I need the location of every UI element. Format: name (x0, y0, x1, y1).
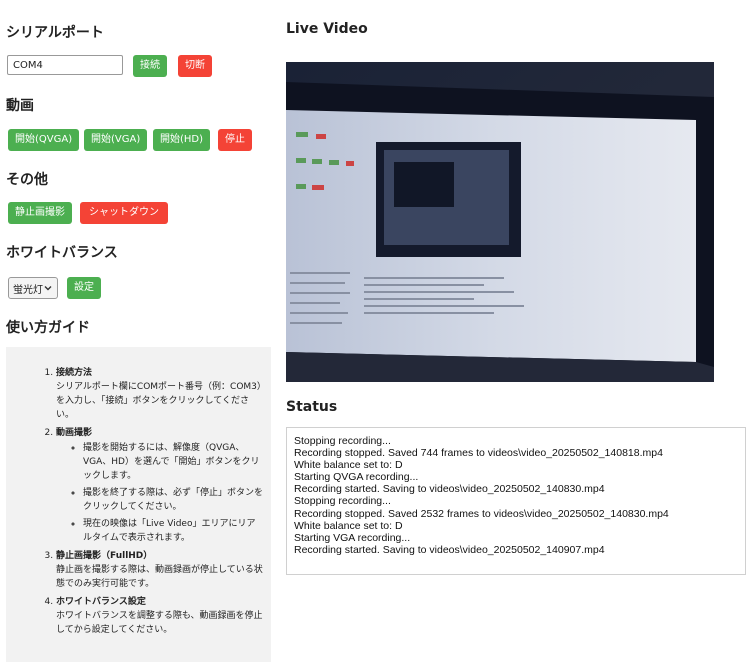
usage-guide: 接続方法 シリアルポート欄にCOMポート番号（例：COM3）を入力し、「接続」ボ… (6, 347, 271, 662)
guide-bullet: 現在の映像は「Live Video」エリアにリアルタイムで表示されます。 (83, 517, 264, 545)
camera-frame-image (286, 62, 714, 382)
status-line: Recording stopped. Saved 2532 frames to … (294, 507, 669, 520)
guide-bullet-list: 撮影を開始するには、解像度（QVGA、VGA、HD）を選んで「開始」ボタンをクリ… (56, 441, 264, 545)
white-balance-heading: ホワイトバランス (6, 245, 118, 261)
stop-button[interactable]: 停止 (218, 129, 252, 151)
guide-step-white-balance: ホワイトバランス設定 ホワイトバランスを調整する際も、動画録画を停止してから設定… (56, 595, 264, 637)
start-hd-button[interactable]: 開始(HD) (153, 129, 211, 151)
guide-step-connect: 接続方法 シリアルポート欄にCOMポート番号（例：COM3）を入力し、「接続」ボ… (56, 366, 264, 422)
guide-step-text: 静止画を撮影する際は、動画録画が停止している状態でのみ実行可能です。 (56, 565, 263, 589)
status-line: Recording started. Saving to videos\vide… (294, 543, 605, 556)
other-heading: その他 (6, 172, 48, 188)
status-line: Starting QVGA recording... (294, 471, 419, 484)
live-video-heading: Live Video (286, 21, 368, 37)
disconnect-button[interactable]: 切断 (178, 55, 212, 77)
white-balance-selected: 蛍光灯 (13, 284, 43, 296)
guide-step-title: 静止画撮影（FullHD） (56, 551, 153, 561)
guide-step-text: シリアルポート欄にCOMポート番号（例：COM3）を入力し、「接続」ボタンをクリ… (56, 382, 262, 420)
connect-button[interactable]: 接続 (133, 55, 167, 77)
status-log[interactable]: Stopping recording... Recording stopped.… (286, 427, 746, 575)
status-line: White balance set to: D (294, 459, 403, 472)
white-balance-set-button[interactable]: 設定 (67, 277, 101, 299)
com-port-input[interactable] (7, 55, 123, 75)
guide-step-text: ホワイトバランスを調整する際も、動画録画を停止してから設定してください。 (56, 611, 263, 635)
guide-step-title: ホワイトバランス設定 (56, 597, 146, 607)
white-balance-select[interactable]: 蛍光灯 (8, 277, 58, 299)
start-vga-button[interactable]: 開始(VGA) (84, 129, 148, 151)
shutdown-button[interactable]: シャットダウン (80, 202, 168, 224)
status-heading: Status (286, 399, 338, 415)
status-line: Starting VGA recording... (294, 531, 411, 544)
chevron-down-icon (44, 286, 52, 291)
guide-step-title: 動画撮影 (56, 428, 93, 438)
guide-step-still: 静止画撮影（FullHD） 静止画を撮影する際は、動画録画が停止している状態での… (56, 549, 264, 591)
guide-bullet: 撮影を開始するには、解像度（QVGA、VGA、HD）を選んで「開始」ボタンをクリ… (83, 441, 264, 483)
guide-heading: 使い方ガイド (6, 320, 90, 336)
serial-port-heading: シリアルポート (6, 25, 104, 41)
status-line: Recording stopped. Saved 744 frames to v… (294, 447, 663, 460)
guide-bullet: 撮影を終了する際は、必ず「停止」ボタンをクリックしてください。 (83, 486, 264, 514)
status-line: White balance set to: D (294, 519, 403, 532)
start-qvga-button[interactable]: 開始(QVGA) (8, 129, 80, 151)
guide-step-video: 動画撮影 撮影を開始するには、解像度（QVGA、VGA、HD）を選んで「開始」ボ… (56, 426, 264, 545)
guide-steps: 接続方法 シリアルポート欄にCOMポート番号（例：COM3）を入力し、「接続」ボ… (6, 366, 264, 641)
video-heading: 動画 (6, 98, 34, 114)
status-line: Stopping recording... (294, 495, 391, 508)
status-line: Stopping recording... (294, 435, 391, 447)
live-video-feed (286, 62, 714, 382)
still-capture-button[interactable]: 静止画撮影 (8, 202, 72, 224)
guide-step-title: 接続方法 (56, 368, 93, 378)
status-line: Recording started. Saving to videos\vide… (294, 483, 605, 496)
